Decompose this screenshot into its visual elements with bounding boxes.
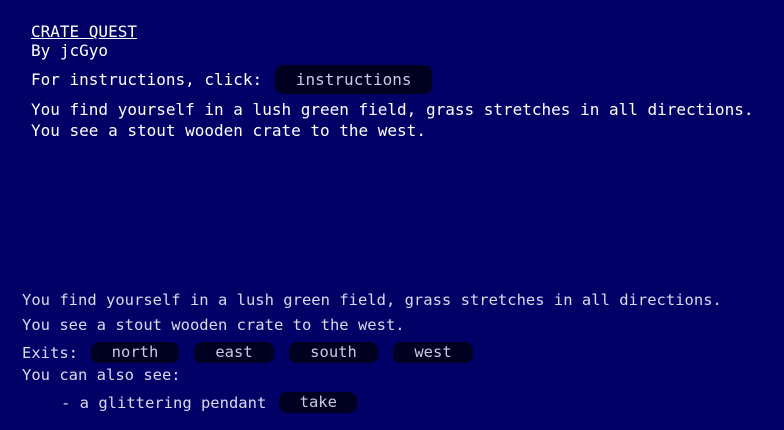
room-description: You find yourself in a lush green field,… (22, 290, 782, 415)
exit-east-button[interactable]: east (194, 342, 274, 363)
intro-line-1: You find yourself in a lush green field,… (31, 100, 754, 119)
also-see-label: You can also see: (22, 366, 181, 384)
exit-west-button[interactable]: west (393, 342, 473, 363)
instructions-prompt: For instructions, click: (31, 69, 263, 89)
intro-line-2: You see a stout wooden crate to the west… (31, 121, 426, 140)
exits-label: Exits: (22, 343, 78, 362)
exit-south-button[interactable]: south (289, 342, 378, 363)
room-line-2: You see a stout wooden crate to the west… (22, 316, 405, 334)
game-header: CRATE QUEST By jcGyo For instructions, c… (31, 22, 776, 141)
instructions-button[interactable]: instructions (275, 64, 433, 94)
item-pendant: - a glittering pendant (61, 393, 267, 412)
intro-text: You find yourself in a lush green field,… (31, 99, 776, 141)
exit-north-button[interactable]: north (91, 342, 179, 363)
exits-row: Exits: north east south west (22, 340, 782, 365)
author-byline: By jcGyo (31, 41, 109, 60)
room-line-1: You find yourself in a lush green field,… (22, 291, 722, 309)
instructions-row: For instructions, click: instructions (31, 64, 776, 94)
game-title: CRATE QUEST (31, 22, 137, 41)
item-row: - a glittering pendant take (22, 390, 782, 415)
take-button[interactable]: take (279, 392, 358, 413)
